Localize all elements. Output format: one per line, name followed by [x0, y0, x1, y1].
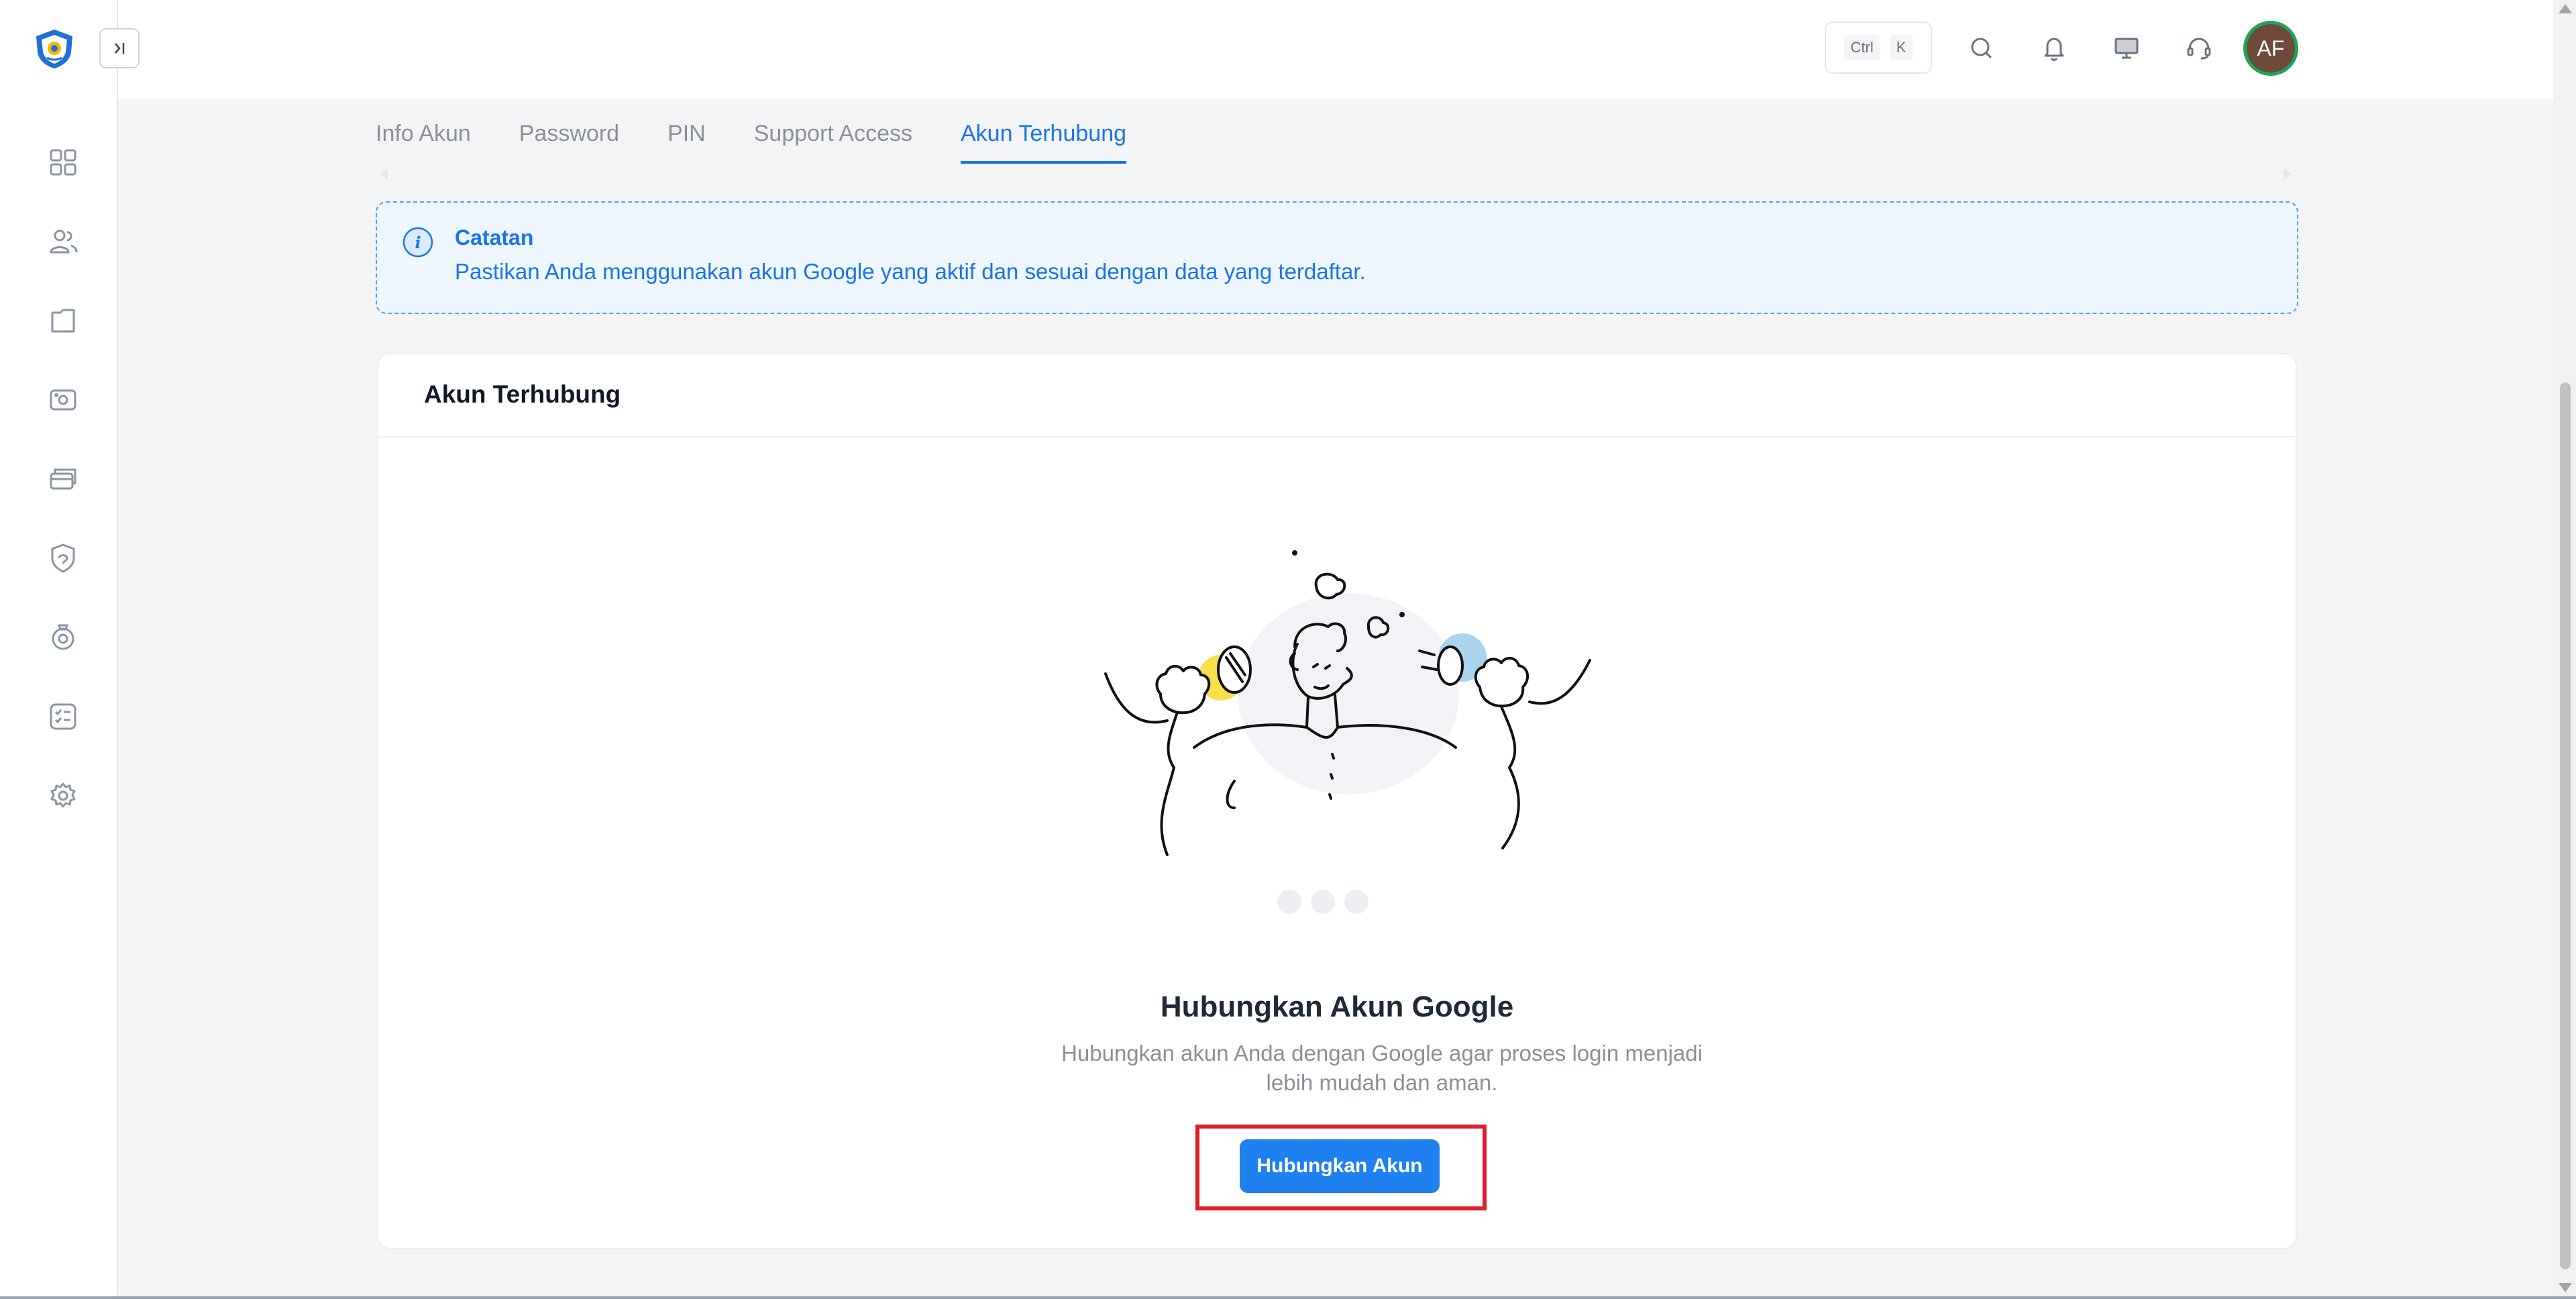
checklist-icon[interactable]	[46, 699, 80, 734]
info-note: i Catatan Pastikan Anda menggunakan akun…	[376, 201, 2298, 314]
shield-icon[interactable]	[46, 541, 80, 576]
tab-info-akun[interactable]: Info Akun	[376, 114, 471, 164]
users-icon[interactable]	[46, 224, 80, 259]
user-avatar[interactable]: AF	[2243, 21, 2298, 76]
folder-icon[interactable]	[46, 303, 80, 338]
logo[interactable]	[34, 28, 75, 70]
linked-accounts-card: Akun Terhubung Hubungkan Akun Google Hub…	[377, 353, 2297, 1249]
sidebar	[0, 0, 118, 1299]
dashboard-icon[interactable]	[46, 145, 80, 180]
tab-pin[interactable]: PIN	[667, 114, 706, 164]
sidebar-toggle-button[interactable]	[99, 28, 140, 68]
scroll-up-arrow-icon[interactable]	[2559, 4, 2572, 13]
search-shortcut-button[interactable]: Ctrl K	[1825, 21, 1932, 74]
search-icon[interactable]	[1963, 30, 2000, 67]
badge-icon[interactable]	[46, 620, 80, 655]
bell-icon[interactable]	[2035, 30, 2073, 67]
carousel-dots	[1277, 890, 1368, 914]
info-icon: i	[402, 227, 433, 258]
k-key: K	[1889, 35, 1913, 60]
svg-text:i: i	[415, 233, 421, 252]
note-title: Catatan	[455, 225, 534, 250]
connect-title: Hubungkan Akun Google	[1160, 990, 1514, 1023]
card-title: Akun Terhubung	[378, 354, 2296, 437]
gear-icon[interactable]	[46, 778, 80, 813]
settings-tabs: Info Akun Password PIN Support Access Ak…	[376, 114, 1127, 166]
card-icon[interactable]	[46, 462, 80, 497]
connect-description: Hubungkan akun Anda dengan Google agar p…	[1061, 1041, 1703, 1095]
connect-account-button[interactable]: Hubungkan Akun	[1240, 1139, 1440, 1193]
collapse-icon	[115, 43, 125, 54]
scroll-down-arrow-icon[interactable]	[2559, 1283, 2572, 1292]
carousel-dot[interactable]	[1344, 890, 1368, 914]
tabs-scroll-right-icon[interactable]	[2284, 168, 2292, 180]
monitor-icon[interactable]	[2108, 30, 2145, 67]
carousel-dot[interactable]	[1277, 890, 1301, 914]
ctrl-key: Ctrl	[1843, 35, 1880, 60]
tab-support-access[interactable]: Support Access	[754, 114, 912, 164]
window-bottom-edge	[0, 1296, 2576, 1299]
carousel-dot[interactable]	[1311, 890, 1335, 914]
tab-akun-terhubung[interactable]: Akun Terhubung	[961, 114, 1127, 164]
tab-password[interactable]: Password	[519, 114, 619, 164]
empty-state-illustration	[1104, 550, 1591, 856]
camera-icon[interactable]	[46, 382, 80, 417]
scrollbar-thumb[interactable]	[2560, 382, 2571, 1269]
headset-icon[interactable]	[2180, 30, 2218, 67]
note-text: Pastikan Anda menggunakan akun Google ya…	[455, 259, 1366, 284]
tabs-scroll-left-icon[interactable]	[380, 168, 388, 180]
page-scrollbar[interactable]	[2553, 0, 2576, 1299]
